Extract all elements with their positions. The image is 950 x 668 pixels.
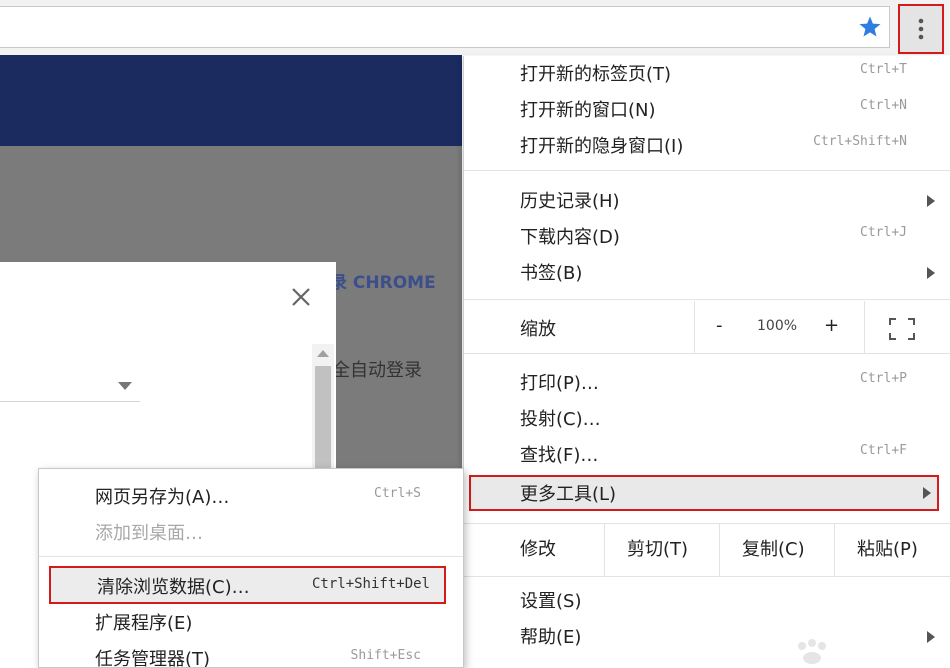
browser-menu-button[interactable] — [898, 4, 944, 54]
menu-divider — [464, 523, 950, 524]
menu-item-new-window[interactable]: 打开新的窗口(N) Ctrl+N — [464, 92, 950, 128]
copy-button[interactable]: 复制(C) — [742, 535, 805, 561]
close-icon[interactable] — [288, 284, 314, 310]
menu-item-shortcut: Ctrl+S — [374, 486, 421, 501]
menu-item-label: 任务管理器(T) — [95, 649, 211, 668]
menu-item-label: 添加到桌面… — [95, 523, 203, 544]
menu-item-extensions[interactable]: 扩展程序(E) — [39, 603, 463, 639]
menu-divider — [464, 299, 950, 300]
menu-item-more-tools[interactable]: 更多工具(L) — [469, 475, 939, 511]
three-dot-vertical-icon — [918, 18, 924, 40]
menu-item-label: 打开新的隐身窗口(I) — [520, 136, 684, 157]
chevron-right-icon — [927, 195, 935, 207]
bookmark-star-icon[interactable] — [856, 13, 884, 41]
menu-item-shortcut: Ctrl+Shift+Del — [311, 576, 430, 592]
scroll-up-icon[interactable] — [317, 350, 329, 357]
paw-watermark-icon — [798, 639, 826, 664]
menu-item-add-to-desktop: 添加到桌面… — [39, 513, 463, 549]
menu-item-label: 清除浏览数据(C)… — [97, 577, 250, 598]
menu-item-label: 打开新的标签页(T) — [520, 64, 672, 85]
menu-item-shortcut: Ctrl+T — [860, 62, 907, 77]
chevron-down-icon — [118, 382, 132, 390]
zoom-out-button[interactable]: - — [716, 315, 723, 336]
dialog-dropdown[interactable] — [0, 370, 140, 402]
menu-divider — [464, 353, 950, 354]
more-tools-submenu: 网页另存为(A)… Ctrl+S 添加到桌面… 清除浏览数据(C)… Ctrl+… — [38, 468, 464, 668]
menu-item-shortcut: Ctrl+P — [860, 371, 907, 386]
menu-item-label: 下载内容(D) — [520, 227, 620, 248]
fullscreen-icon[interactable] — [888, 317, 916, 341]
address-bar[interactable] — [0, 6, 890, 48]
menu-item-print[interactable]: 打印(P)… Ctrl+P — [464, 365, 950, 401]
menu-item-label: 设置(S) — [520, 591, 582, 612]
menu-item-bookmarks[interactable]: 书签(B) — [464, 255, 950, 291]
menu-item-history[interactable]: 历史记录(H) — [464, 183, 950, 219]
menu-divider — [464, 170, 950, 171]
chevron-right-icon — [923, 487, 931, 499]
menu-item-new-incognito[interactable]: 打开新的隐身窗口(I) Ctrl+Shift+N — [464, 128, 950, 164]
menu-item-label: 投射(C)… — [520, 409, 601, 430]
chevron-right-icon — [927, 631, 935, 643]
menu-item-save-page-as[interactable]: 网页另存为(A)… Ctrl+S — [39, 477, 463, 513]
page-banner — [0, 55, 462, 146]
menu-item-label: 帮助(E) — [520, 627, 582, 648]
zoom-label: 缩放 — [520, 319, 556, 340]
menu-item-find[interactable]: 查找(F)… Ctrl+F — [464, 437, 950, 473]
edit-divider — [834, 524, 835, 576]
page-heading: 录 CHROME — [330, 273, 436, 293]
menu-item-clear-browsing-data[interactable]: 清除浏览数据(C)… Ctrl+Shift+Del — [49, 566, 446, 604]
menu-item-settings[interactable]: 设置(S) — [464, 583, 950, 619]
menu-item-shortcut: Shift+Esc — [350, 648, 421, 663]
menu-item-new-tab[interactable]: 打开新的标签页(T) Ctrl+T — [464, 56, 950, 92]
browser-toolbar — [0, 0, 950, 55]
zoom-divider — [864, 301, 865, 353]
menu-item-downloads[interactable]: 下载内容(D) Ctrl+J — [464, 219, 950, 255]
menu-item-label: 查找(F)… — [520, 445, 599, 466]
menu-item-label: 书签(B) — [520, 263, 583, 284]
menu-item-cast[interactable]: 投射(C)… — [464, 401, 950, 437]
browser-main-menu: 打开新的标签页(T) Ctrl+T 打开新的窗口(N) Ctrl+N 打开新的隐… — [463, 56, 950, 668]
zoom-divider — [694, 301, 695, 353]
menu-item-shortcut: Ctrl+N — [860, 98, 907, 113]
menu-item-label: 打印(P)… — [520, 373, 599, 394]
edit-divider — [719, 524, 720, 576]
menu-item-task-manager[interactable]: 任务管理器(T) Shift+Esc — [39, 639, 463, 668]
menu-edit-row: 修改 剪切(T) 复制(C) 粘贴(P) — [464, 531, 950, 567]
chevron-right-icon — [927, 267, 935, 279]
paste-button[interactable]: 粘贴(P) — [857, 535, 918, 561]
menu-item-shortcut: Ctrl+F — [860, 443, 907, 458]
zoom-in-button[interactable]: + — [824, 315, 839, 336]
menu-divider — [464, 576, 950, 577]
menu-item-help[interactable]: 帮助(E) — [464, 619, 950, 655]
menu-item-shortcut: Ctrl+Shift+N — [813, 134, 907, 149]
edit-divider — [604, 524, 605, 576]
zoom-level: 100% — [757, 318, 798, 334]
menu-zoom-row: 缩放 - 100% + — [464, 311, 950, 347]
page-text: 全自动登录 — [332, 360, 422, 381]
edit-label: 修改 — [520, 539, 556, 560]
menu-item-label: 扩展程序(E) — [95, 613, 193, 634]
menu-item-label: 历史记录(H) — [520, 191, 620, 212]
cut-button[interactable]: 剪切(T) — [627, 535, 688, 561]
menu-item-label: 网页另存为(A)… — [95, 487, 230, 508]
menu-item-label: 更多工具(L) — [520, 484, 617, 505]
menu-item-label: 打开新的窗口(N) — [520, 100, 656, 121]
menu-divider — [39, 556, 463, 557]
menu-item-shortcut: Ctrl+J — [860, 225, 907, 240]
